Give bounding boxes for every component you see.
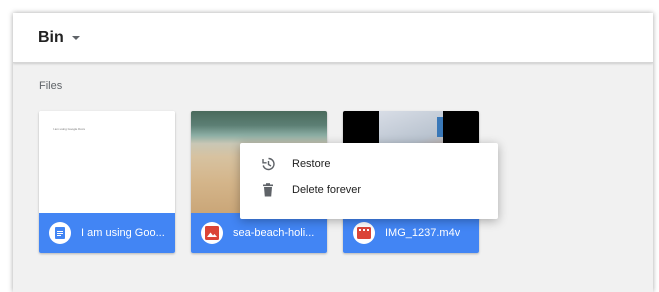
menu-label: Restore: [292, 158, 331, 170]
files-section-label: Files: [39, 80, 63, 92]
doc-preview-text: I am using Google Docs: [53, 127, 86, 131]
file-name: sea-beach-holi...: [233, 227, 315, 239]
docs-icon: [49, 222, 71, 244]
file-card-footer: sea-beach-holi...: [191, 213, 327, 253]
bin-dropdown[interactable]: Bin: [38, 29, 80, 47]
restore-icon: [260, 156, 276, 172]
file-card-footer: IMG_1237.m4v: [343, 213, 479, 253]
image-icon: [201, 222, 223, 244]
video-icon: [353, 222, 375, 244]
doc-thumbnail: I am using Google Docs: [39, 111, 175, 213]
caret-down-icon: [71, 35, 80, 40]
trash-icon: [260, 182, 276, 198]
menu-label: Delete forever: [292, 184, 362, 196]
page-title: Bin: [38, 28, 64, 46]
file-name: IMG_1237.m4v: [385, 227, 461, 239]
file-card-footer: I am using Goo...: [39, 213, 175, 253]
context-menu: Restore Delete forever: [240, 143, 498, 219]
menu-item-restore[interactable]: Restore: [240, 151, 498, 177]
file-name: I am using Goo...: [81, 227, 165, 239]
file-card-doc[interactable]: I am using Google Docs I am using Goo...: [39, 111, 175, 253]
top-bar: Bin: [13, 13, 653, 63]
drive-window: Bin Files I am using Google Docs I am us…: [13, 13, 653, 292]
menu-item-delete-forever[interactable]: Delete forever: [240, 177, 498, 203]
